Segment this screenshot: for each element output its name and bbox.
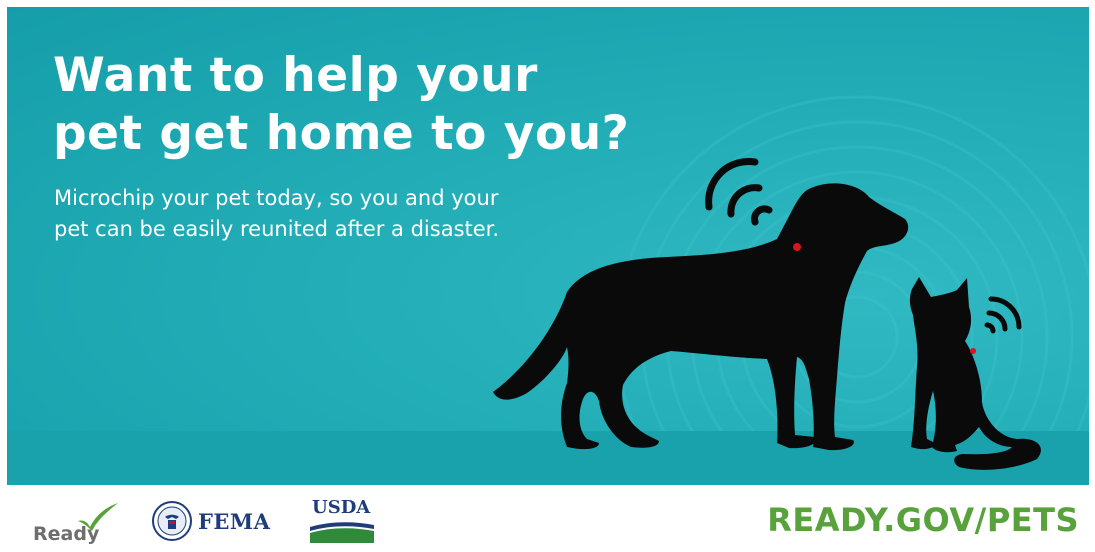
cat-microchip-dot (970, 348, 976, 354)
pet-silhouettes (493, 158, 1041, 470)
ready-logo[interactable]: Ready (26, 495, 126, 545)
usda-fields-icon (310, 522, 374, 543)
ready-gov-pets-link[interactable]: READY.GOV/PETS (767, 501, 1079, 539)
ready-logo-text: Ready (33, 523, 100, 545)
hero-banner: Want to help your pet get home to you? M… (7, 7, 1089, 485)
footer: Ready FEMA USDA READY.GOV/PETS (0, 485, 1095, 552)
fema-logo[interactable]: FEMA (152, 501, 282, 541)
cat-signal-icon (984, 296, 1022, 334)
usda-logo-text: USDA (312, 497, 371, 518)
cat-silhouette-icon (909, 277, 1041, 470)
dog-signal-icon (705, 158, 773, 226)
dhs-seal-icon (152, 501, 192, 541)
dog-microchip-dot (793, 243, 801, 251)
dog-silhouette-icon (493, 183, 909, 451)
usda-logo[interactable]: USDA (310, 497, 376, 545)
fema-logo-text: FEMA (198, 509, 271, 534)
